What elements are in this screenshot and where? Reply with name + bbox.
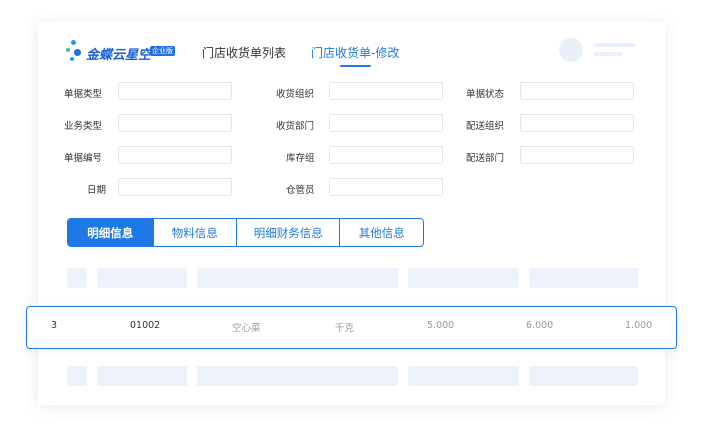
tab-store-receipt-edit[interactable]: 门店收货单-修改 [311, 44, 399, 61]
table-header-placeholder [67, 268, 87, 288]
table-row-placeholder [97, 366, 187, 386]
storekeeper-input[interactable] [329, 178, 443, 196]
tab-detail-finance-info[interactable]: 明细财务信息 [236, 219, 339, 246]
detail-tabs: 明细信息 物料信息 明细财务信息 其他信息 [67, 218, 424, 247]
table-header-placeholder [197, 268, 398, 288]
receiving-org-input[interactable] [329, 82, 443, 100]
row-seq: 3 [51, 320, 58, 331]
table-row-placeholder [529, 366, 638, 386]
field-label: 业务类型 [64, 121, 103, 132]
stock-group-input[interactable] [329, 146, 443, 164]
table-header-placeholder [408, 268, 519, 288]
field-label: 配送组织 [466, 121, 505, 132]
brand-name: 金蝶云星空 [86, 48, 152, 63]
doc-type-input[interactable] [118, 82, 232, 100]
field-label: 单据编号 [64, 153, 103, 164]
user-menu-line [593, 43, 635, 47]
delivery-dept-input[interactable] [520, 146, 634, 164]
tab-store-receipt-list[interactable]: 门店收货单列表 [202, 44, 286, 61]
row-material-name: 空心菜 [232, 323, 261, 334]
business-type-input[interactable] [118, 114, 232, 132]
field-label: 单据状态 [466, 89, 505, 100]
user-menu-line [593, 52, 623, 56]
row-material-code: 01002 [130, 320, 161, 331]
delivery-org-input[interactable] [520, 114, 634, 132]
active-tab-indicator [340, 65, 371, 67]
field-label: 日期 [87, 185, 107, 196]
table-row-placeholder [67, 366, 87, 386]
avatar[interactable] [559, 38, 583, 62]
table-row-placeholder [197, 366, 398, 386]
table-header-placeholder [529, 268, 638, 288]
row-value: 5.000 [427, 320, 455, 331]
row-unit: 千克 [335, 323, 355, 334]
receiving-dept-input[interactable] [329, 114, 443, 132]
tab-detail-info[interactable]: 明细信息 [68, 219, 153, 246]
tab-material-info[interactable]: 物料信息 [152, 219, 237, 246]
row-value: 1.000 [625, 320, 653, 331]
table-row-placeholder [408, 366, 519, 386]
edition-badge: 企业版 [150, 46, 175, 56]
tab-other-info[interactable]: 其他信息 [339, 219, 423, 246]
field-label: 收货组织 [276, 89, 315, 100]
doc-number-input[interactable] [118, 146, 232, 164]
row-value: 6.000 [526, 320, 554, 331]
field-label: 配送部门 [466, 153, 505, 164]
field-label: 收货部门 [276, 121, 315, 132]
table-header-placeholder [97, 268, 187, 288]
field-label: 单据类型 [64, 89, 103, 100]
field-label: 仓管员 [286, 185, 315, 196]
field-label: 库存组 [286, 153, 315, 164]
doc-status-input[interactable] [520, 82, 634, 100]
date-input[interactable] [118, 178, 232, 196]
